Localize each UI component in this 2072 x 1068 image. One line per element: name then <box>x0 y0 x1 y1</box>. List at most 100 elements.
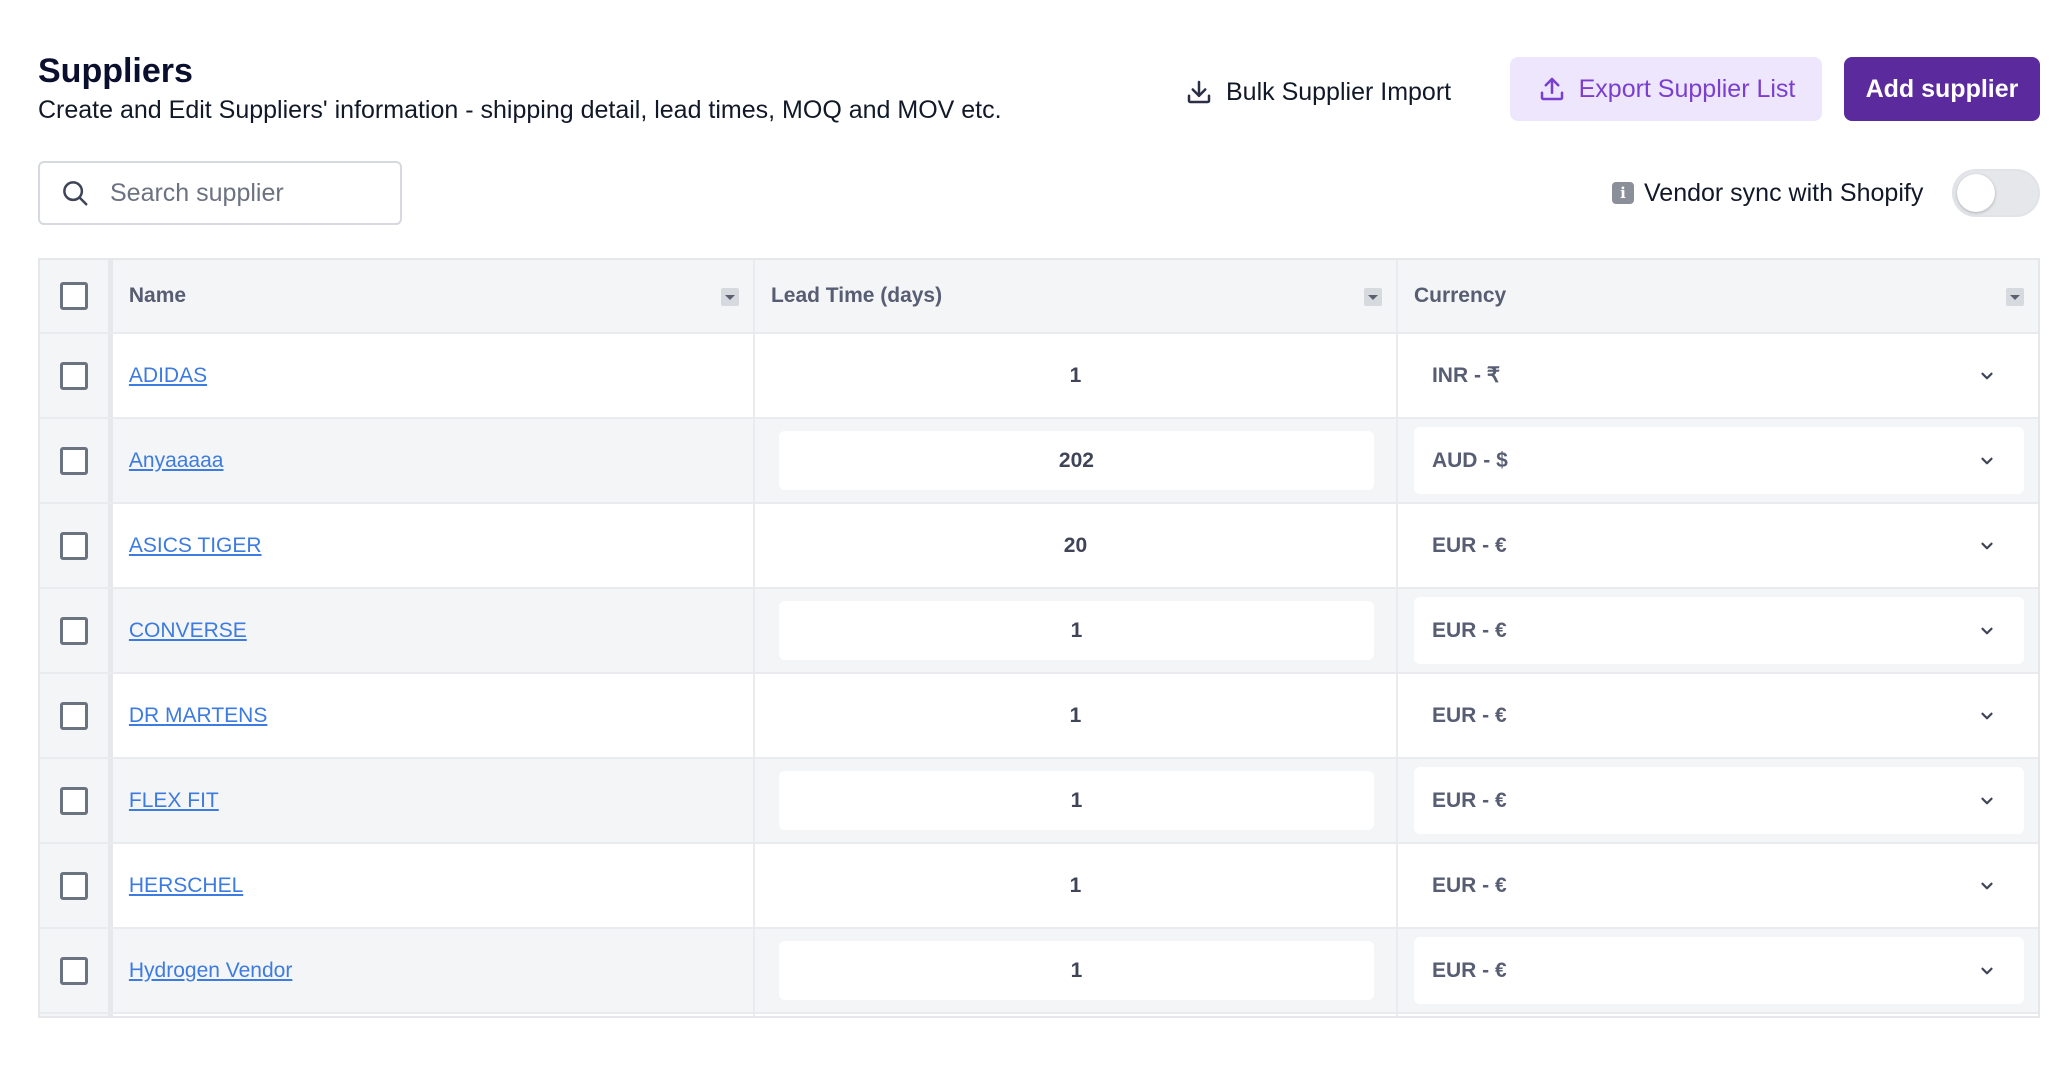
column-header-name[interactable]: Name <box>113 260 755 332</box>
lead-time-input[interactable]: 1 <box>778 601 1374 660</box>
currency-cell: EUR - € <box>1398 589 2038 672</box>
currency-select[interactable]: EUR - € <box>1413 937 2024 1004</box>
lead-time-input[interactable]: 202 <box>778 431 1374 490</box>
column-header-currency[interactable]: Currency <box>1398 260 2038 332</box>
row-check-cell <box>40 844 113 927</box>
currency-cell: EUR - € <box>1398 759 2038 842</box>
currency-select[interactable]: EUR - € <box>1413 597 2024 664</box>
lead-time-value: 1 <box>1070 958 1083 982</box>
table-row <box>40 1014 2038 1016</box>
suppliers-table: Name Lead Time (days) Currency ADIDAS 1 … <box>38 258 2040 1018</box>
row-checkbox[interactable] <box>59 531 88 560</box>
table-row: DR MARTENS 1 EUR - € <box>40 674 2038 759</box>
currency-cell: EUR - € <box>1398 844 2038 927</box>
vendor-sync-toggle[interactable] <box>1952 169 2040 217</box>
name-cell: ASICS TIGER <box>113 504 755 587</box>
select-all-cell <box>40 260 113 332</box>
toggle-knob <box>1957 174 1995 212</box>
row-checkbox[interactable] <box>59 446 88 475</box>
column-header-label: Name <box>128 284 187 307</box>
add-supplier-button[interactable]: Add supplier <box>1844 57 2040 121</box>
lead-time-value: 1 <box>1070 618 1083 642</box>
currency-value: AUD - $ <box>1431 448 1508 472</box>
table-row: ADIDAS 1 INR - ₹ <box>40 334 2038 419</box>
table-row: Hydrogen Vendor 1 EUR - € <box>40 929 2038 1014</box>
supplier-link[interactable]: DR MARTENS <box>129 704 267 728</box>
currency-cell: EUR - € <box>1398 929 2038 1012</box>
row-check-cell <box>40 759 113 842</box>
lead-time-value: 1 <box>1069 363 1082 387</box>
table-row: ASICS TIGER 20 EUR - € <box>40 504 2038 589</box>
currency-value: EUR - € <box>1431 788 1507 812</box>
column-menu-icon[interactable] <box>1363 288 1382 306</box>
chevron-down-icon <box>1978 792 1996 810</box>
chevron-down-icon <box>1978 537 1996 555</box>
select-all-checkbox[interactable] <box>59 282 88 310</box>
download-icon <box>1184 77 1214 107</box>
row-checkbox[interactable] <box>59 701 88 730</box>
chevron-down-icon <box>1978 877 1996 895</box>
table-row: CONVERSE 1 EUR - € <box>40 589 2038 674</box>
currency-select[interactable]: EUR - € <box>1413 767 2024 834</box>
row-check-cell <box>40 589 113 672</box>
lead-time-cell[interactable]: 1 <box>755 334 1398 417</box>
currency-select[interactable]: EUR - € <box>1414 682 2024 749</box>
currency-cell: INR - ₹ <box>1398 334 2038 417</box>
export-button[interactable]: Export Supplier List <box>1510 57 1822 121</box>
search-box <box>38 161 402 225</box>
info-icon[interactable]: i <box>1612 182 1634 204</box>
lead-time-cell[interactable]: 1 <box>755 589 1398 672</box>
supplier-link[interactable]: HERSCHEL <box>129 874 243 898</box>
supplier-link[interactable]: FLEX FIT <box>129 789 219 813</box>
bulk-import-button[interactable]: Bulk Supplier Import <box>1184 68 1451 116</box>
lead-time-cell[interactable]: 20 <box>755 504 1398 587</box>
bulk-import-label: Bulk Supplier Import <box>1226 77 1452 106</box>
vendor-sync: i Vendor sync with Shopify <box>1612 170 1923 216</box>
column-menu-icon[interactable] <box>2006 288 2024 306</box>
currency-value: INR - ₹ <box>1431 364 1501 387</box>
lead-time-input[interactable]: 1 <box>778 771 1374 830</box>
currency-select[interactable]: EUR - € <box>1414 852 2024 919</box>
currency-cell: AUD - $ <box>1398 419 2038 502</box>
currency-value: EUR - € <box>1431 703 1507 727</box>
lead-time-cell[interactable]: 1 <box>755 674 1398 757</box>
column-header-lead-time[interactable]: Lead Time (days) <box>755 260 1398 332</box>
currency-select[interactable]: EUR - € <box>1414 512 2024 579</box>
row-checkbox[interactable] <box>59 786 88 815</box>
row-checkbox[interactable] <box>59 616 88 645</box>
currency-select[interactable]: AUD - $ <box>1413 427 2024 494</box>
lead-time-cell[interactable]: 1 <box>755 759 1398 842</box>
export-label: Export Supplier List <box>1578 74 1796 103</box>
lead-time-value: 1 <box>1070 788 1083 812</box>
name-cell: ADIDAS <box>113 334 755 417</box>
currency-value: EUR - € <box>1431 873 1507 897</box>
row-checkbox[interactable] <box>59 871 88 900</box>
search-input[interactable] <box>108 177 372 209</box>
name-cell: Hydrogen Vendor <box>113 929 755 1012</box>
row-checkbox[interactable] <box>59 361 88 390</box>
column-header-label: Currency <box>1413 284 1507 307</box>
currency-value: EUR - € <box>1431 958 1507 982</box>
name-cell <box>113 1014 755 1016</box>
lead-time-input[interactable]: 1 <box>778 941 1374 1000</box>
lead-time-value: 1 <box>1069 873 1082 897</box>
column-menu-icon[interactable] <box>720 288 739 306</box>
supplier-link[interactable]: CONVERSE <box>129 619 247 643</box>
lead-time-cell[interactable]: 1 <box>755 844 1398 927</box>
currency-select[interactable]: INR - ₹ <box>1414 342 2024 409</box>
lead-time-value: 202 <box>1058 448 1094 472</box>
row-check-cell <box>40 504 113 587</box>
chevron-down-icon <box>1978 962 1996 980</box>
supplier-link[interactable]: ASICS TIGER <box>129 534 262 558</box>
chevron-down-icon <box>1978 707 1996 725</box>
lead-time-cell[interactable]: 1 <box>755 929 1398 1012</box>
lead-time-cell[interactable]: 202 <box>755 419 1398 502</box>
supplier-link[interactable]: ADIDAS <box>129 364 207 388</box>
lead-time-cell <box>755 1014 1398 1016</box>
row-checkbox[interactable] <box>59 956 88 985</box>
lead-time-value: 20 <box>1063 533 1088 557</box>
supplier-link[interactable]: Hydrogen Vendor <box>129 959 292 983</box>
supplier-link[interactable]: Anyaaaaa <box>129 449 224 473</box>
row-check-cell <box>40 1014 113 1016</box>
name-cell: FLEX FIT <box>113 759 755 842</box>
